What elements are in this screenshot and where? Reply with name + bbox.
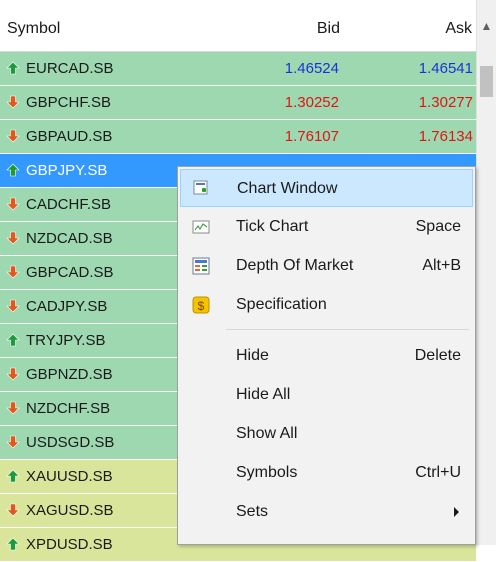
column-header-bid[interactable]: Bid xyxy=(317,20,340,38)
symbol-name: GBPJPY.SB xyxy=(26,162,108,179)
arrow-down-icon xyxy=(6,299,20,313)
symbol-name: CADCHF.SB xyxy=(26,196,112,213)
menu-item-label: Depth Of Market xyxy=(236,257,354,274)
symbol-name: NZDCAD.SB xyxy=(26,230,113,247)
tick-chart-icon xyxy=(192,218,210,236)
chart-window-icon xyxy=(193,180,211,198)
arrow-down-icon xyxy=(6,401,20,415)
symbol-cell[interactable]: XAGUSD.SB xyxy=(0,494,175,527)
ask-cell: 1.76134 xyxy=(343,120,476,153)
symbol-cell[interactable]: NZDCHF.SB xyxy=(0,392,175,425)
arrow-down-icon xyxy=(6,435,20,449)
vertical-scrollbar[interactable]: ▲ xyxy=(476,0,496,545)
symbol-cell[interactable]: XAUUSD.SB xyxy=(0,460,175,493)
arrow-down-icon xyxy=(6,503,20,517)
menu-item-sets[interactable]: Sets xyxy=(180,493,473,531)
symbol-cell[interactable]: TRYJPY.SB xyxy=(0,324,175,357)
submenu-arrow-icon xyxy=(454,507,459,517)
arrow-down-icon xyxy=(6,129,20,143)
menu-item-label: Hide xyxy=(236,347,269,364)
menu-item-label: Symbols xyxy=(236,464,298,481)
bid-cell: 1.30252 xyxy=(175,86,343,119)
symbol-cell[interactable]: GBPCHF.SB xyxy=(0,86,175,119)
symbol-cell[interactable]: NZDCAD.SB xyxy=(0,222,175,255)
menu-item-shortcut: Alt+B xyxy=(422,257,461,274)
table-header: Symbol Bid Ask xyxy=(0,0,476,52)
arrow-down-icon xyxy=(6,367,20,381)
specification-icon: $ xyxy=(192,296,210,314)
menu-item-depth-of-market[interactable]: Depth Of Market Alt+B xyxy=(180,247,473,285)
bid-cell: 1.46524 xyxy=(175,52,343,85)
symbol-name: EURCAD.SB xyxy=(26,60,114,77)
menu-item-hide[interactable]: Hide Delete xyxy=(180,337,473,375)
menu-item-symbols[interactable]: Symbols Ctrl+U xyxy=(180,454,473,492)
symbol-cell[interactable]: GBPJPY.SB xyxy=(0,154,175,187)
menu-item-tick-chart[interactable]: Tick Chart Space xyxy=(180,208,473,246)
symbol-name: CADJPY.SB xyxy=(26,298,108,315)
arrow-up-icon xyxy=(6,537,20,551)
menu-item-hide-all[interactable]: Hide All xyxy=(180,376,473,414)
scroll-up-arrow-icon[interactable]: ▲ xyxy=(477,14,496,38)
arrow-down-icon xyxy=(6,231,20,245)
symbol-cell[interactable]: EURCAD.SB xyxy=(0,52,175,85)
column-header-ask[interactable]: Ask xyxy=(445,20,472,38)
arrow-down-icon xyxy=(6,265,20,279)
depth-of-market-icon xyxy=(192,257,210,275)
symbol-name: TRYJPY.SB xyxy=(26,332,106,349)
menu-item-shortcut: Delete xyxy=(414,347,461,364)
menu-item-label: Tick Chart xyxy=(236,218,309,235)
bid-cell: 1.76107 xyxy=(175,120,343,153)
menu-item-chart-window[interactable]: Chart Window xyxy=(180,169,473,207)
arrow-up-icon xyxy=(6,469,20,483)
symbol-name: GBPAUD.SB xyxy=(26,128,113,145)
menu-item-label: Chart Window xyxy=(237,180,338,197)
arrow-down-icon xyxy=(6,95,20,109)
menu-separator xyxy=(226,329,469,330)
column-header-symbol[interactable]: Symbol xyxy=(7,20,60,38)
symbol-cell[interactable]: CADCHF.SB xyxy=(0,188,175,221)
symbol-name: GBPNZD.SB xyxy=(26,366,113,383)
table-row[interactable]: GBPCHF.SB 1.30252 1.30277 xyxy=(0,86,476,120)
ask-cell: 1.46541 xyxy=(343,52,476,85)
symbol-cell[interactable]: CADJPY.SB xyxy=(0,290,175,323)
symbol-cell[interactable]: GBPCAD.SB xyxy=(0,256,175,289)
menu-item-specification[interactable]: $ Specification xyxy=(180,286,473,324)
arrow-up-icon xyxy=(6,163,20,177)
svg-text:$: $ xyxy=(198,299,205,313)
symbol-name: XAUUSD.SB xyxy=(26,468,113,485)
symbol-cell[interactable]: GBPNZD.SB xyxy=(0,358,175,391)
menu-item-label: Hide All xyxy=(236,386,291,403)
menu-item-label: Sets xyxy=(236,503,269,520)
symbol-cell[interactable]: GBPAUD.SB xyxy=(0,120,175,153)
arrow-up-icon xyxy=(6,61,20,75)
symbol-name: XAGUSD.SB xyxy=(26,502,114,519)
menu-item-label: Specification xyxy=(236,296,327,313)
menu-item-show-all[interactable]: Show All xyxy=(180,415,473,453)
symbol-cell[interactable]: USDSGD.SB xyxy=(0,426,175,459)
scroll-thumb[interactable] xyxy=(480,66,493,97)
menu-item-label: Show All xyxy=(236,425,298,442)
symbol-name: GBPCAD.SB xyxy=(26,264,114,281)
arrow-up-icon xyxy=(6,333,20,347)
menu-item-shortcut: Space xyxy=(415,218,461,235)
arrow-down-icon xyxy=(6,197,20,211)
table-row[interactable]: GBPAUD.SB 1.76107 1.76134 xyxy=(0,120,476,154)
symbol-name: NZDCHF.SB xyxy=(26,400,111,417)
symbol-name: USDSGD.SB xyxy=(26,434,115,451)
symbol-name: GBPCHF.SB xyxy=(26,94,112,111)
context-menu: Chart Window Tick Chart Space Depth Of Mark… xyxy=(177,166,476,545)
menu-item-shortcut: Ctrl+U xyxy=(415,464,461,481)
ask-cell: 1.30277 xyxy=(343,86,476,119)
table-row[interactable]: EURCAD.SB 1.46524 1.46541 xyxy=(0,52,476,86)
